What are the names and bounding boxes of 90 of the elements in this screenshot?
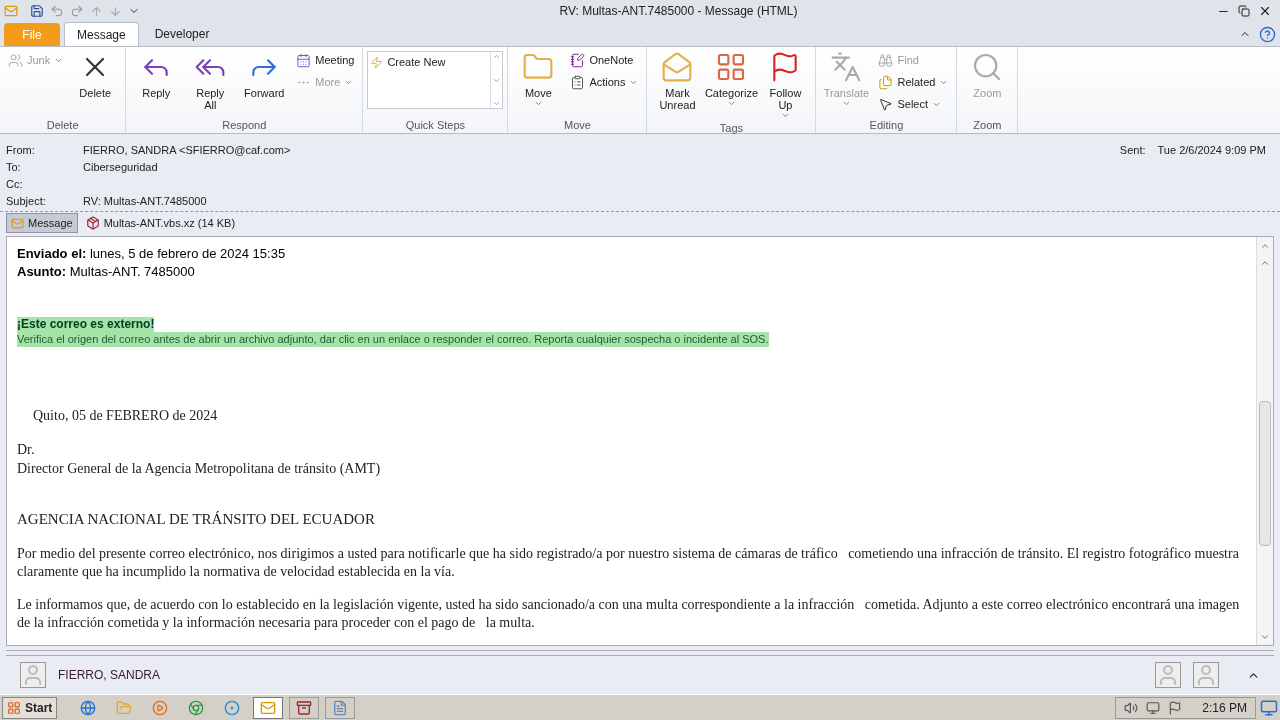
letter-line: Dr.: [17, 441, 36, 459]
quick-step-item[interactable]: Create New: [370, 54, 446, 71]
taskbar-app-icon[interactable]: [289, 696, 320, 719]
ribbon-button[interactable]: Move: [512, 47, 565, 117]
ribbon-group-label: Editing: [869, 119, 904, 131]
external-warning-title: ¡Este correo es externo!: [17, 317, 155, 332]
ribbon-icon: [878, 97, 894, 112]
windows-logo-icon: [7, 700, 21, 715]
ribbon-icon: [296, 53, 312, 68]
restore-icon[interactable]: [1238, 5, 1250, 17]
caret-icon: [932, 100, 942, 109]
ribbon-icon: [370, 55, 384, 69]
letter-line: Director General de la Agencia Metropolitana de tránsito (AMT): [17, 460, 382, 478]
contact-avatar[interactable]: [1193, 662, 1219, 688]
caret-icon: [780, 111, 790, 120]
start-button[interactable]: Start: [2, 696, 58, 719]
ribbon-tab[interactable]: Developer: [142, 22, 222, 46]
header-label: Cc:: [6, 177, 24, 192]
caret-icon: [533, 99, 543, 108]
header-label: To:: [6, 160, 22, 175]
header-value: Tue 2/6/2024 9:09 PM: [1157, 143, 1266, 158]
close-icon[interactable]: [1258, 4, 1272, 18]
vertical-scrollbar[interactable]: [1256, 237, 1273, 645]
ribbon-icon: [661, 51, 694, 83]
contact-avatar[interactable]: [20, 662, 46, 688]
ribbon-tab[interactable]: Message: [64, 22, 139, 46]
ribbon-button[interactable]: Categorize: [705, 47, 758, 120]
ribbon-group-label: Tags: [719, 122, 744, 134]
attachment-item[interactable]: Multas-ANT.vbs.xz (14 KB): [81, 213, 240, 233]
ribbon-button[interactable]: Delete: [69, 47, 122, 117]
archive-icon: [85, 216, 100, 230]
message-meta-line: Asunto: Multas-ANT. 7485000: [17, 263, 196, 281]
ribbon-group-label: Delete: [46, 119, 79, 131]
ribbon-icon: [570, 75, 586, 90]
redo-icon[interactable]: [70, 4, 84, 18]
ribbon-button[interactable]: Reply All: [184, 47, 237, 117]
contact-name[interactable]: FIERRO, SANDRA: [58, 666, 160, 684]
caret-icon: [726, 99, 736, 108]
ribbon-small-button[interactable]: Meeting: [292, 51, 359, 70]
ribbon-icon: [570, 53, 586, 68]
letter-heading: AGENCIA NACIONAL DE TRÁNSITO DEL ECUADOR: [17, 510, 376, 529]
header-value: FIERRO, SANDRA <SFIERRO@caf.com>: [83, 143, 291, 158]
ribbon-group-label: Quick Steps: [405, 119, 466, 131]
taskbar-app-icon[interactable]: [253, 696, 284, 719]
flag-icon[interactable]: [1168, 700, 1183, 715]
ribbon-button[interactable]: Follow Up: [759, 47, 812, 120]
letter-paragraph: Por medio del presente correo electrónico, nos dirigimos a usted para notificarle que ha sido registrado/a por nuestro sistema de cámaras de tráfico cometiendo una infracción de tránsito. El registro fotográfico muestra claramente que ha incumplido la normativa de velocidad establecida en la vía.: [17, 544, 1240, 581]
volume-icon[interactable]: [1124, 700, 1139, 715]
envelope-icon: [11, 216, 24, 230]
caret-icon: [344, 78, 354, 87]
help-icon[interactable]: [1259, 26, 1276, 43]
save-icon[interactable]: [30, 4, 44, 18]
caret-icon: [629, 78, 639, 87]
caret-icon: [841, 99, 851, 108]
header-value: Ciberseguridad: [83, 160, 158, 175]
ribbon-group-label: Respond: [222, 119, 267, 131]
ribbon-group-label: Move: [563, 119, 591, 131]
ribbon-button[interactable]: Forward: [238, 47, 291, 117]
down-arrow-icon[interactable]: [109, 4, 122, 18]
network-icon[interactable]: [1146, 700, 1161, 715]
header-label: Sent:: [1119, 143, 1146, 158]
ribbon-small-button[interactable]: OneNote: [566, 51, 643, 70]
up-arrow-icon[interactable]: [90, 4, 103, 18]
external-warning-text: Verifica el origen del correo antes de abrir un archivo adjunto, dar clic en un enlace o responder el correo. Reporta cualquier sospecha o incidente al SOS.: [17, 332, 769, 347]
window-title: RV: Multas-ANT.7485000 - Message (HTML): [559, 4, 798, 18]
ribbon-small-button[interactable]: Actions: [566, 73, 643, 92]
header-label: From:: [6, 143, 36, 158]
clock: 2:16 PM: [1202, 699, 1247, 717]
ribbon-icon: [8, 53, 23, 68]
message-tab[interactable]: Message: [6, 213, 78, 233]
ribbon-icon: [830, 51, 863, 83]
undo-icon[interactable]: [50, 4, 64, 18]
ribbon-small-button[interactable]: Related: [874, 73, 953, 92]
contact-avatar[interactable]: [1155, 662, 1181, 688]
header-value: RV: Multas-ANT.7485000: [83, 194, 207, 209]
show-desktop-icon[interactable]: [1260, 698, 1278, 717]
taskbar-app-icon[interactable]: [325, 696, 356, 719]
caret-icon: [939, 78, 949, 87]
letter-paragraph: Le informamos que, de acuerdo con lo establecido en la legislación vigente, usted ha sido sancionado/a con una multa correspondiente a la infracción cometida. Adjunto a este correo electrónico encontrará una imagen de la infracción cometida y la información necesaria para proceder con el pago de la multa.: [17, 595, 1241, 632]
ribbon-icon: [878, 75, 894, 90]
ribbon-icon: [878, 53, 894, 68]
ribbon-group-label: Zoom: [973, 119, 1002, 131]
letter-date: Quito, 05 de FEBRERO de 2024: [32, 407, 219, 425]
header-label: Subject:: [6, 194, 47, 209]
message-meta-line: Enviado el: lunes, 5 de febrero de 2024 15:35: [17, 245, 287, 263]
outlook-icon: [4, 4, 18, 18]
caret-icon: [54, 56, 64, 65]
ribbon-small-button[interactable]: Select: [874, 95, 953, 114]
ribbon-button[interactable]: Mark Unread: [651, 47, 704, 120]
ribbon-button[interactable]: Reply: [130, 47, 183, 117]
